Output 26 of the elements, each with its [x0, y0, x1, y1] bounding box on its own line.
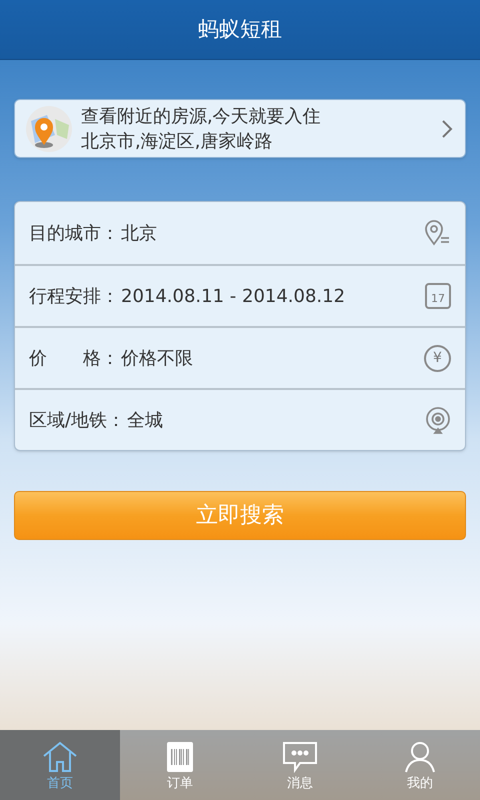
form-row[interactable]: 区域/地铁：全城	[15, 388, 465, 450]
field-label: 区域/地铁：	[29, 408, 126, 432]
field-value: 全城	[127, 408, 164, 432]
field-label: 价 格：	[29, 346, 119, 370]
map-pin-icon	[25, 104, 73, 152]
barcode-ticket-icon	[166, 740, 194, 772]
field-value: 北京	[121, 222, 158, 246]
form-row[interactable]: 价 格：价格不限 ¥	[15, 326, 465, 388]
calendar-icon: 17	[425, 283, 451, 309]
location-pin-icon	[423, 219, 451, 247]
field-value: 价格不限	[121, 346, 194, 370]
target-icon	[425, 406, 451, 434]
nearby-title: 查看附近的房源,今天就要入住	[81, 104, 322, 128]
field-label: 行程安排：	[29, 284, 119, 308]
field-label: 目的城市：	[29, 222, 119, 246]
home-icon	[42, 740, 78, 772]
app-title: 蚂蚁短租	[198, 16, 282, 43]
chevron-right-icon	[441, 118, 453, 138]
field-value: 2014.08.11 - 2014.08.12	[121, 284, 346, 308]
person-icon	[404, 740, 436, 772]
currency-icon: ¥	[424, 344, 451, 372]
form-row[interactable]: 目的城市：北京	[15, 202, 465, 264]
form-row[interactable]: 行程安排：2014.08.11 - 2014.08.12 17	[15, 264, 465, 326]
chat-bubble-icon	[282, 740, 318, 772]
current-address: 北京市,海淀区,唐家岭路	[81, 130, 274, 154]
nearby-card[interactable]: 查看附近的房源,今天就要入住 北京市,海淀区,唐家岭路	[14, 99, 466, 158]
